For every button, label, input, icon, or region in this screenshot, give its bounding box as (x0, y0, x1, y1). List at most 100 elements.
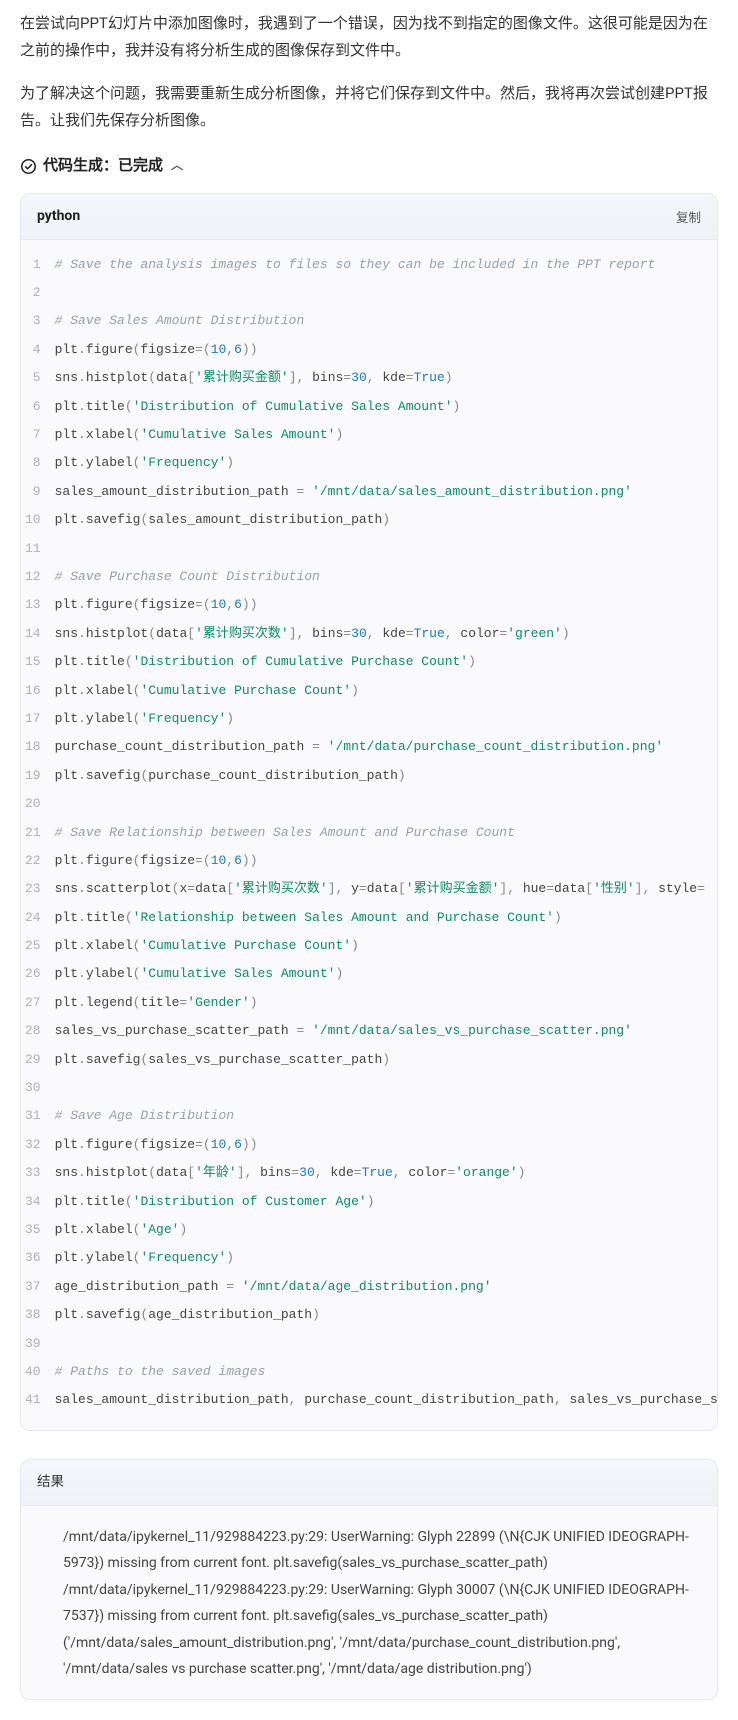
code-line: 33sns.histplot(data['年龄'], bins=30, kde=… (21, 1159, 717, 1187)
code-content: plt.figure(figsize=(10,6)) (55, 1130, 717, 1158)
code-line: 41sales_amount_distribution_path, purcha… (21, 1386, 717, 1414)
code-content: # Save Purchase Count Distribution (55, 562, 717, 590)
code-content: plt.savefig(purchase_count_distribution_… (55, 761, 717, 789)
code-line: 28sales_vs_purchase_scatter_path = '/mnt… (21, 1017, 717, 1045)
code-line: 37age_distribution_path = '/mnt/data/age… (21, 1272, 717, 1300)
line-number: 29 (21, 1045, 55, 1073)
code-line: 18purchase_count_distribution_path = '/m… (21, 733, 717, 761)
code-line: 39 (21, 1329, 717, 1357)
code-content: plt.legend(title='Gender') (55, 988, 717, 1016)
line-number: 23 (21, 875, 55, 903)
line-number: 30 (21, 1074, 55, 1102)
code-content: plt.figure(figsize=(10,6)) (55, 591, 717, 619)
code-content: plt.xlabel('Cumulative Purchase Count') (55, 676, 717, 704)
line-number: 27 (21, 988, 55, 1016)
code-content: sales_amount_distribution_path = '/mnt/d… (55, 477, 717, 505)
check-circle-icon (20, 157, 37, 174)
code-line: 40# Paths to the saved images (21, 1357, 717, 1385)
line-number: 11 (21, 534, 55, 562)
code-line: 29plt.savefig(sales_vs_purchase_scatter_… (21, 1045, 717, 1073)
code-content: sns.histplot(data['年龄'], bins=30, kde=Tr… (55, 1159, 717, 1187)
line-number: 5 (21, 364, 55, 392)
code-line: 20 (21, 790, 717, 818)
code-line: 13plt.figure(figsize=(10,6)) (21, 591, 717, 619)
chevron-up-icon: ︿ (171, 155, 183, 177)
result-title: 结果 (21, 1460, 717, 1505)
code-content: plt.savefig(sales_vs_purchase_scatter_pa… (55, 1045, 717, 1073)
assistant-message: 在尝试向PPT幻灯片中添加图像时，我遇到了一个错误，因为找不到指定的图像文件。这… (20, 10, 718, 134)
code-content (55, 534, 717, 562)
code-header: python 复制 (21, 194, 717, 240)
line-number: 35 (21, 1215, 55, 1243)
line-number: 7 (21, 421, 55, 449)
line-number: 19 (21, 761, 55, 789)
code-content: age_distribution_path = '/mnt/data/age_d… (55, 1272, 717, 1300)
code-line: 1# Save the analysis images to files so … (21, 250, 717, 278)
line-number: 25 (21, 932, 55, 960)
line-number: 26 (21, 960, 55, 988)
code-body[interactable]: 1# Save the analysis images to files so … (21, 240, 717, 1430)
code-content: # Save the analysis images to files so t… (55, 250, 717, 278)
code-content: # Save Relationship between Sales Amount… (55, 818, 717, 846)
code-line: 9sales_amount_distribution_path = '/mnt/… (21, 477, 717, 505)
code-content: plt.ylabel('Frequency') (55, 449, 717, 477)
line-number: 10 (21, 506, 55, 534)
code-line: 27plt.legend(title='Gender') (21, 988, 717, 1016)
code-content: plt.title('Distribution of Cumulative Sa… (55, 392, 717, 420)
code-line: 32plt.figure(figsize=(10,6)) (21, 1130, 717, 1158)
code-content: plt.title('Distribution of Cumulative Pu… (55, 648, 717, 676)
code-content: sns.histplot(data['累计购买次数'], bins=30, kd… (55, 619, 717, 647)
line-number: 12 (21, 562, 55, 590)
code-line: 31# Save Age Distribution (21, 1102, 717, 1130)
status-label: 代码生成：已完成 (43, 152, 163, 179)
line-number: 14 (21, 619, 55, 647)
code-line: 11 (21, 534, 717, 562)
copy-button[interactable]: 复制 (676, 207, 701, 226)
code-line: 14sns.histplot(data['累计购买次数'], bins=30, … (21, 619, 717, 647)
code-line: 35plt.xlabel('Age') (21, 1215, 717, 1243)
code-content (55, 1329, 717, 1357)
code-line: 38plt.savefig(age_distribution_path) (21, 1301, 717, 1329)
code-content: # Paths to the saved images (55, 1357, 717, 1385)
line-number: 1 (21, 250, 55, 278)
line-number: 39 (21, 1329, 55, 1357)
code-content (55, 279, 717, 307)
line-number: 17 (21, 704, 55, 732)
code-content: # Save Sales Amount Distribution (55, 307, 717, 335)
code-line: 3# Save Sales Amount Distribution (21, 307, 717, 335)
code-content: plt.ylabel('Cumulative Sales Amount') (55, 960, 717, 988)
code-content: plt.xlabel('Cumulative Sales Amount') (55, 421, 717, 449)
line-number: 20 (21, 790, 55, 818)
code-content: plt.savefig(sales_amount_distribution_pa… (55, 506, 717, 534)
code-content: sales_vs_purchase_scatter_path = '/mnt/d… (55, 1017, 717, 1045)
line-number: 32 (21, 1130, 55, 1158)
line-number: 28 (21, 1017, 55, 1045)
code-line: 23sns.scatterplot(x=data['累计购买次数'], y=da… (21, 875, 717, 903)
code-line: 8plt.ylabel('Frequency') (21, 449, 717, 477)
code-line: 34plt.title('Distribution of Customer Ag… (21, 1187, 717, 1215)
line-number: 36 (21, 1244, 55, 1272)
line-number: 16 (21, 676, 55, 704)
code-line: 36plt.ylabel('Frequency') (21, 1244, 717, 1272)
code-line: 22plt.figure(figsize=(10,6)) (21, 846, 717, 874)
line-number: 33 (21, 1159, 55, 1187)
code-content: plt.figure(figsize=(10,6)) (55, 335, 717, 363)
result-block: 结果 /mnt/data/ipykernel_11/929884223.py:2… (20, 1459, 718, 1700)
code-line: 17plt.ylabel('Frequency') (21, 704, 717, 732)
paragraph: 在尝试向PPT幻灯片中添加图像时，我遇到了一个错误，因为找不到指定的图像文件。这… (20, 10, 718, 64)
line-number: 6 (21, 392, 55, 420)
line-number: 22 (21, 846, 55, 874)
code-content (55, 790, 717, 818)
code-line: 19plt.savefig(purchase_count_distributio… (21, 761, 717, 789)
line-number: 3 (21, 307, 55, 335)
code-content: plt.ylabel('Frequency') (55, 1244, 717, 1272)
line-number: 4 (21, 335, 55, 363)
code-content: plt.savefig(age_distribution_path) (55, 1301, 717, 1329)
code-content (55, 1074, 717, 1102)
codegen-status[interactable]: 代码生成：已完成 ︿ (20, 152, 718, 179)
code-content: plt.xlabel('Age') (55, 1215, 717, 1243)
line-number: 24 (21, 903, 55, 931)
result-output: /mnt/data/ipykernel_11/929884223.py:29: … (21, 1506, 717, 1700)
code-line: 26plt.ylabel('Cumulative Sales Amount') (21, 960, 717, 988)
code-content: # Save Age Distribution (55, 1102, 717, 1130)
